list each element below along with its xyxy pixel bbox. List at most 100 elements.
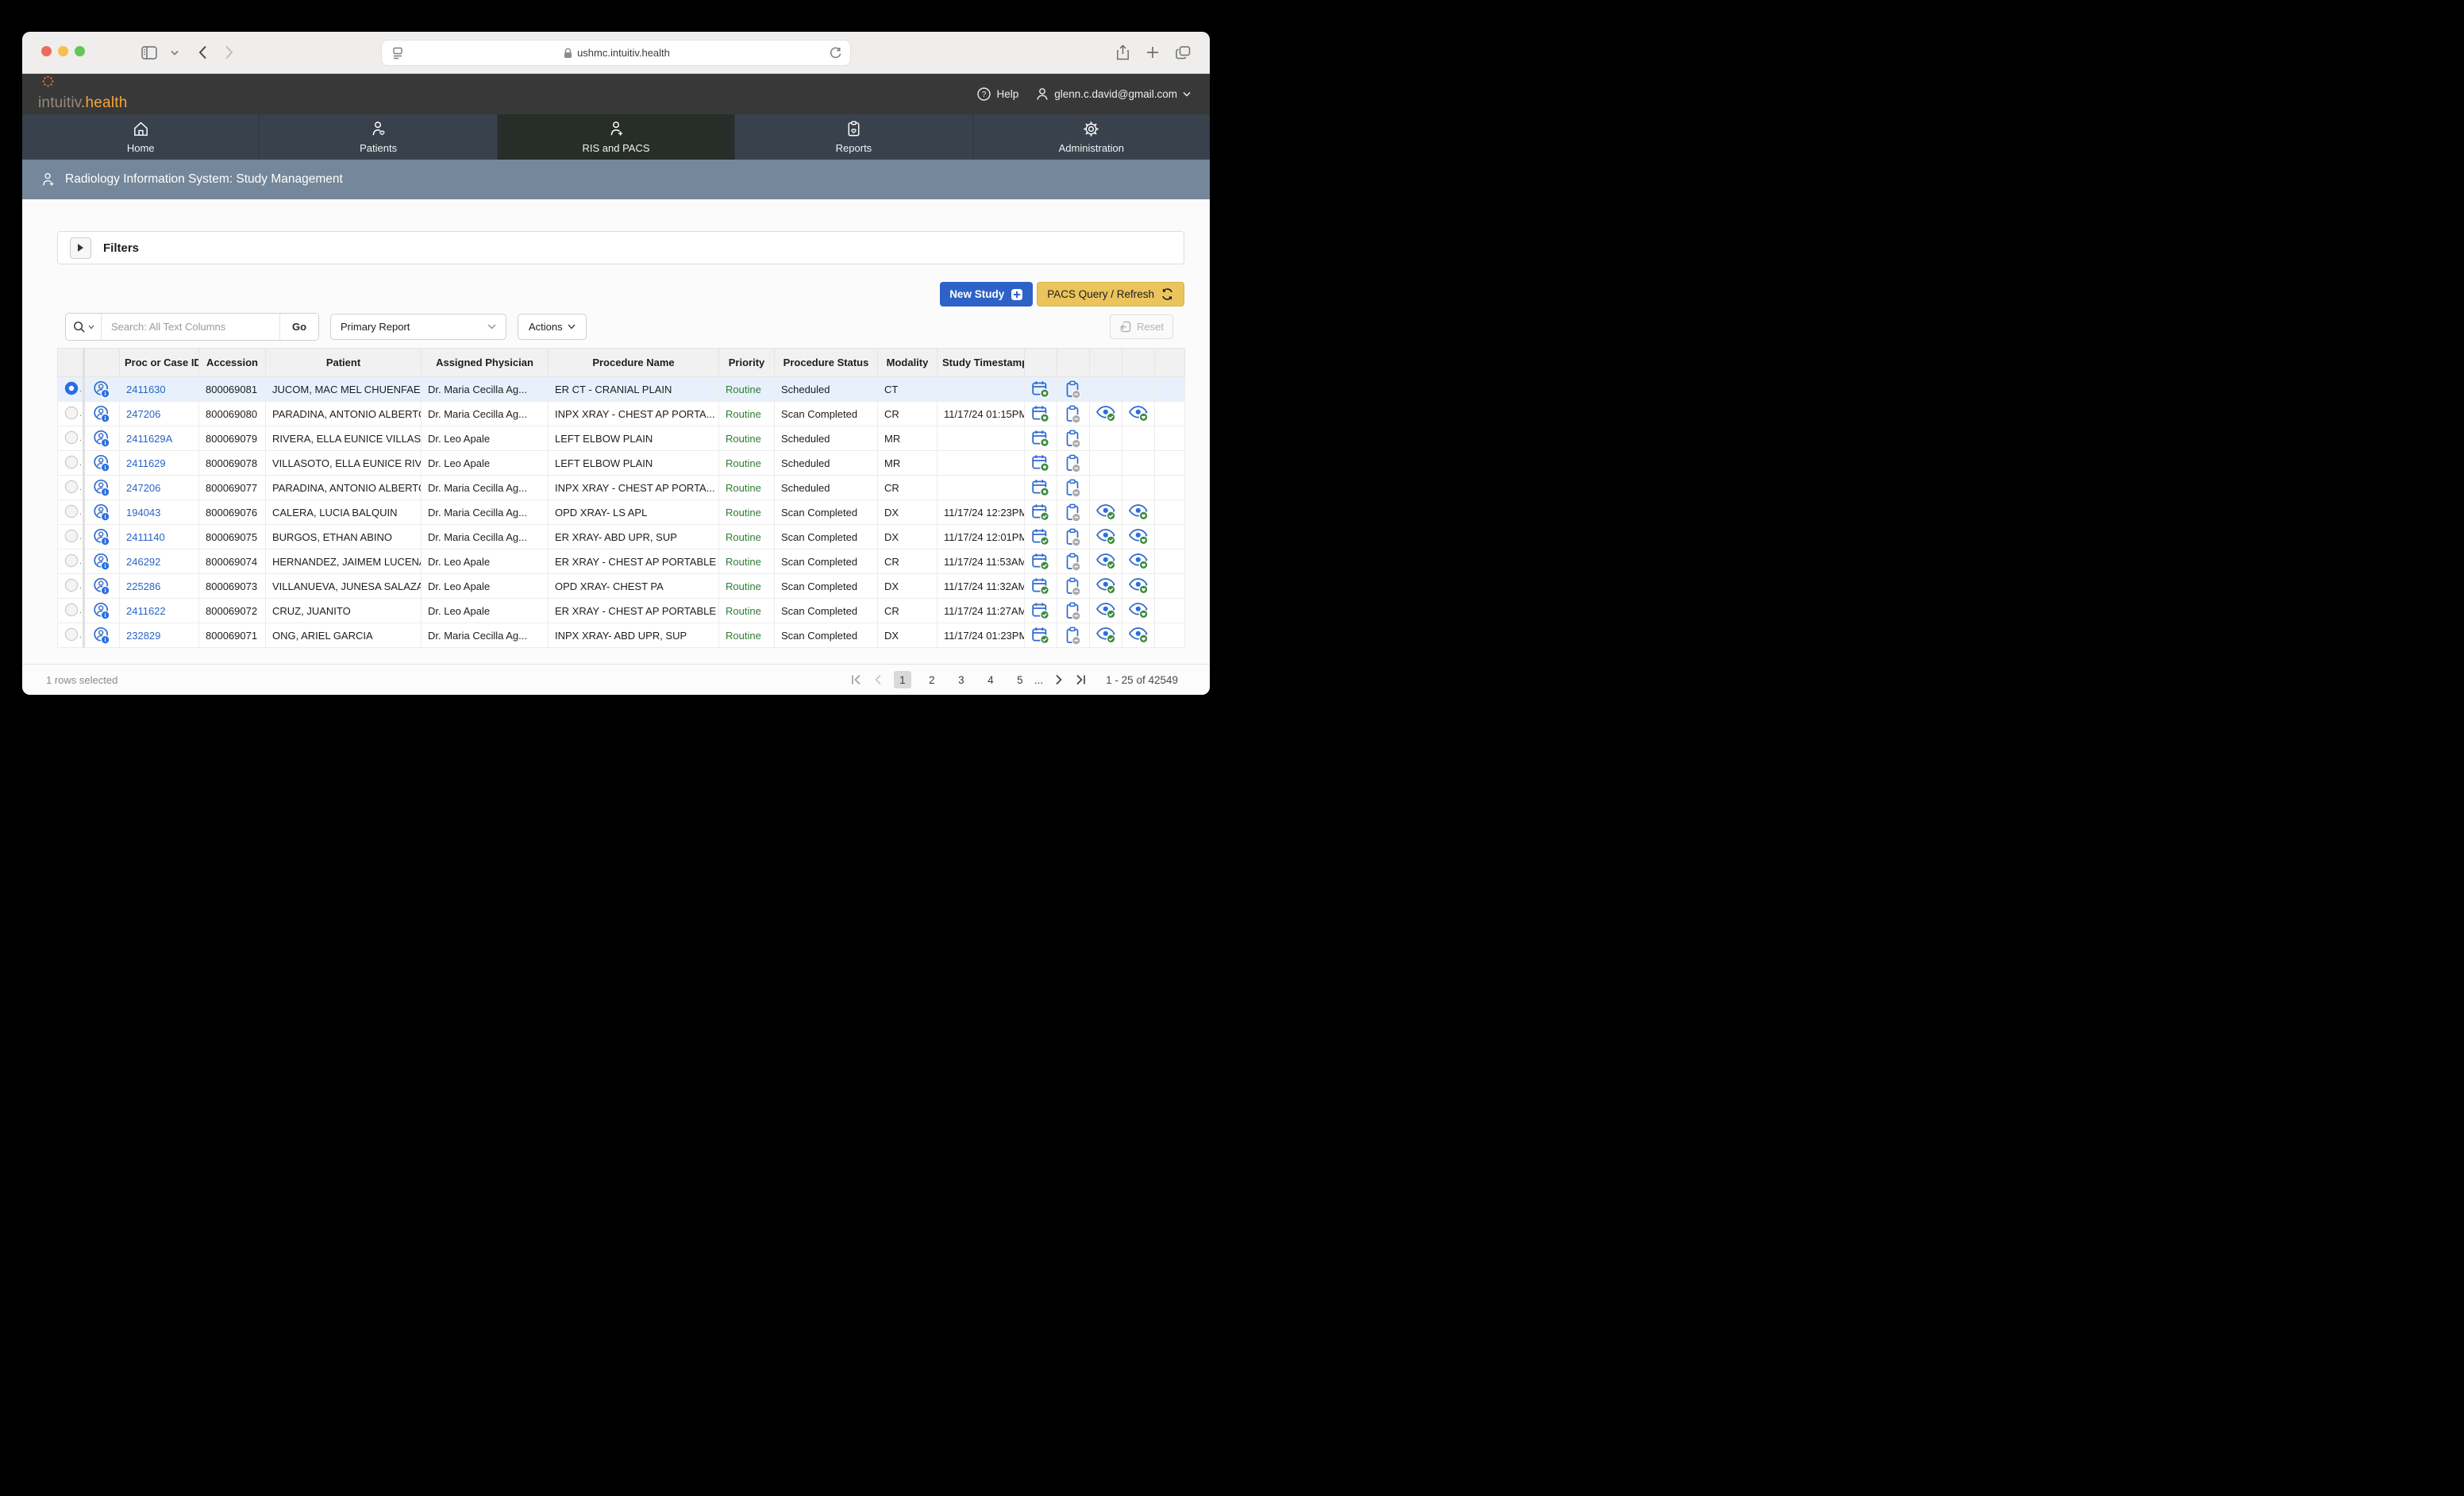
page-number-1[interactable]: 1 xyxy=(894,671,911,688)
report-pending-icon[interactable] xyxy=(1065,603,1082,615)
clinical-view-icon[interactable] xyxy=(1128,554,1149,566)
report-pending-icon[interactable] xyxy=(1065,431,1082,443)
patient-info-icon[interactable]: i xyxy=(93,480,111,492)
actions-button[interactable]: Actions xyxy=(518,314,587,340)
view-images-icon[interactable] xyxy=(1095,579,1117,591)
patient-info-icon[interactable]: i xyxy=(93,603,111,615)
column-header-priority[interactable]: Priority xyxy=(719,349,775,377)
row-select-radio[interactable] xyxy=(64,430,79,447)
schedule-status-icon[interactable] xyxy=(1031,382,1050,394)
column-header-procedure-name[interactable]: Procedure Name xyxy=(549,349,719,377)
next-page-icon[interactable] xyxy=(1055,674,1063,685)
forward-button-icon[interactable] xyxy=(225,45,233,60)
schedule-status-icon[interactable] xyxy=(1031,579,1050,591)
back-button-icon[interactable] xyxy=(198,45,207,60)
column-header-assigned-physician[interactable]: Assigned Physician xyxy=(422,349,549,377)
user-menu[interactable]: glenn.c.david@gmail.com xyxy=(1036,87,1191,101)
sidebar-chevron-icon[interactable] xyxy=(171,50,179,56)
view-images-icon[interactable] xyxy=(1095,628,1117,640)
schedule-status-icon[interactable] xyxy=(1031,603,1050,615)
row-select-radio[interactable] xyxy=(64,406,79,422)
filters-expand-button[interactable] xyxy=(70,237,91,259)
address-bar[interactable]: ushmc.intuitiv.health xyxy=(381,40,851,66)
zoom-window-button[interactable] xyxy=(75,46,85,56)
page-number-3[interactable]: 3 xyxy=(953,671,970,688)
row-select-radio[interactable] xyxy=(64,603,79,619)
row-select-radio[interactable] xyxy=(64,553,79,570)
tab-home[interactable]: Home xyxy=(22,114,259,160)
new-study-button[interactable]: New Study xyxy=(940,282,1033,307)
new-tab-icon[interactable] xyxy=(1146,46,1159,59)
schedule-status-icon[interactable] xyxy=(1031,505,1050,517)
clinical-view-icon[interactable] xyxy=(1128,628,1149,640)
proc-case-id-link[interactable]: 194043 xyxy=(126,507,160,519)
tab-ris-and-pacs[interactable]: RIS and PACS xyxy=(497,114,734,160)
proc-case-id-link[interactable]: 2411622 xyxy=(126,605,166,617)
proc-case-id-link[interactable]: 2411630 xyxy=(126,384,166,395)
report-pending-icon[interactable] xyxy=(1065,456,1082,468)
tab-administration[interactable]: Administration xyxy=(972,114,1210,160)
report-pending-icon[interactable] xyxy=(1065,579,1082,591)
schedule-status-icon[interactable] xyxy=(1031,530,1050,542)
filters-panel[interactable]: Filters xyxy=(57,231,1184,264)
patient-info-icon[interactable]: i xyxy=(93,407,111,418)
share-icon[interactable] xyxy=(1116,44,1130,60)
clinical-view-icon[interactable] xyxy=(1128,579,1149,591)
proc-case-id-link[interactable]: 246292 xyxy=(126,556,160,568)
proc-case-id-link[interactable]: 247206 xyxy=(126,408,160,420)
view-images-icon[interactable] xyxy=(1095,407,1117,418)
column-header-proc-or-case-id[interactable]: Proc or Case ID xyxy=(120,349,199,377)
patient-info-icon[interactable]: i xyxy=(93,579,111,591)
view-images-icon[interactable] xyxy=(1095,505,1117,517)
tab-overview-icon[interactable] xyxy=(1176,46,1191,60)
close-window-button[interactable] xyxy=(41,46,52,56)
search-options-button[interactable] xyxy=(66,314,102,340)
clinical-view-icon[interactable] xyxy=(1128,407,1149,418)
column-header-modality[interactable]: Modality xyxy=(878,349,937,377)
page-number-4[interactable]: 4 xyxy=(982,671,999,688)
row-select-radio[interactable] xyxy=(64,455,79,472)
minimize-window-button[interactable] xyxy=(58,46,68,56)
clinical-view-icon[interactable] xyxy=(1128,603,1149,615)
report-view-select[interactable]: Primary Report xyxy=(330,314,506,340)
help-button[interactable]: ? Help xyxy=(977,87,1018,101)
column-header-patient[interactable]: Patient xyxy=(266,349,422,377)
schedule-status-icon[interactable] xyxy=(1031,628,1050,640)
report-pending-icon[interactable] xyxy=(1065,505,1082,517)
go-button[interactable]: Go xyxy=(279,314,318,340)
report-pending-icon[interactable] xyxy=(1065,382,1082,394)
sidebar-toggle-icon[interactable] xyxy=(141,46,157,60)
last-page-icon[interactable] xyxy=(1075,674,1086,685)
row-select-radio[interactable] xyxy=(64,627,79,644)
tab-patients[interactable]: Patients xyxy=(259,114,496,160)
patient-info-icon[interactable]: i xyxy=(93,382,111,394)
tab-reports[interactable]: Reports xyxy=(734,114,972,160)
page-number-5[interactable]: 5 xyxy=(1011,671,1029,688)
report-pending-icon[interactable] xyxy=(1065,480,1082,492)
schedule-status-icon[interactable] xyxy=(1031,480,1050,492)
page-number-2[interactable]: 2 xyxy=(923,671,941,688)
report-pending-icon[interactable] xyxy=(1065,530,1082,542)
report-pending-icon[interactable] xyxy=(1065,628,1082,640)
row-select-radio[interactable] xyxy=(64,480,79,496)
reset-button[interactable]: Reset xyxy=(1110,314,1173,339)
report-pending-icon[interactable] xyxy=(1065,407,1082,418)
proc-case-id-link[interactable]: 247206 xyxy=(126,482,160,494)
patient-info-icon[interactable]: i xyxy=(93,628,111,640)
pacs-query-refresh-button[interactable]: PACS Query / Refresh xyxy=(1037,282,1184,307)
view-images-icon[interactable] xyxy=(1095,603,1117,615)
proc-case-id-link[interactable]: 2411629A xyxy=(126,433,172,445)
schedule-status-icon[interactable] xyxy=(1031,431,1050,443)
schedule-status-icon[interactable] xyxy=(1031,407,1050,418)
previous-page-icon[interactable] xyxy=(874,674,882,685)
column-header-procedure-status[interactable]: Procedure Status xyxy=(775,349,878,377)
proc-case-id-link[interactable]: 2411629 xyxy=(126,457,166,469)
first-page-icon[interactable] xyxy=(851,674,862,685)
patient-info-icon[interactable]: i xyxy=(93,554,111,566)
patient-info-icon[interactable]: i xyxy=(93,431,111,443)
proc-case-id-link[interactable]: 225286 xyxy=(126,580,160,592)
row-select-radio[interactable] xyxy=(64,578,79,595)
clinical-view-icon[interactable] xyxy=(1128,505,1149,517)
view-images-icon[interactable] xyxy=(1095,530,1117,542)
row-select-radio[interactable] xyxy=(64,529,79,546)
